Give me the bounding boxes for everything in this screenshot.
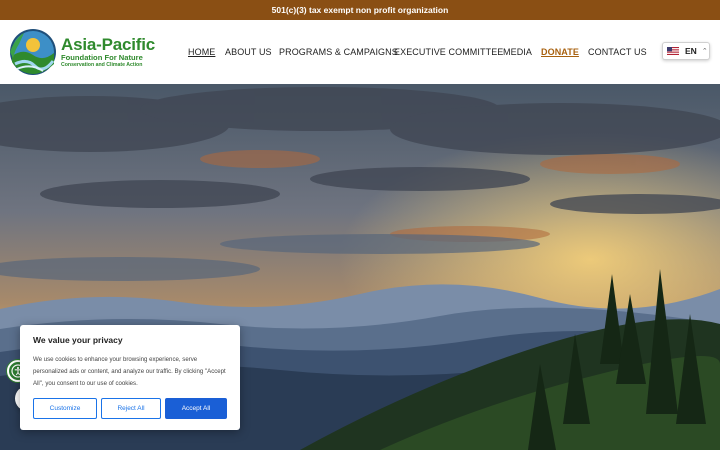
logo-tagline: Conservation and Climate Action	[61, 62, 143, 69]
logo-subtitle: Foundation For Nature	[61, 52, 143, 62]
accept-all-button[interactable]: Accept All	[165, 398, 227, 419]
cookie-consent-body: We use cookies to enhance your browsing …	[33, 356, 226, 387]
language-selector[interactable]: EN ⌃	[662, 42, 710, 60]
site-logo[interactable]: Asia-Pacific Foundation For Nature Conse…	[9, 28, 155, 76]
customize-button[interactable]: Customize	[33, 398, 97, 419]
reject-all-button[interactable]: Reject All	[101, 398, 161, 419]
logo-title: Asia-Pacific	[61, 34, 155, 54]
nav-contact-us[interactable]: CONTACT US	[588, 47, 647, 57]
nav-media[interactable]: MEDIA	[503, 47, 532, 57]
us-flag-icon	[667, 47, 679, 55]
nav-executive-committee[interactable]: EXECUTIVE COMMITTEE	[394, 47, 503, 57]
nav-about-us[interactable]: ABOUT US	[225, 47, 272, 57]
cookie-consent-title: We value your privacy	[33, 335, 123, 345]
nav-donate[interactable]: DONATE	[541, 47, 579, 57]
language-label: EN	[685, 46, 697, 56]
announcement-bar: 501(c)(3) tax exempt non profit organiza…	[0, 0, 720, 20]
globe-logo-icon	[10, 29, 56, 75]
site-header: Asia-Pacific Foundation For Nature Conse…	[0, 20, 720, 84]
nav-programs-campaigns[interactable]: PROGRAMS & CAMPAIGNS	[279, 47, 398, 57]
nav-home[interactable]: HOME	[188, 47, 215, 57]
chevron-up-icon: ⌃	[701, 48, 708, 55]
announcement-text: 501(c)(3) tax exempt non profit organiza…	[271, 5, 449, 15]
cookie-consent-banner: We value your privacy We use cookies to …	[20, 325, 240, 430]
